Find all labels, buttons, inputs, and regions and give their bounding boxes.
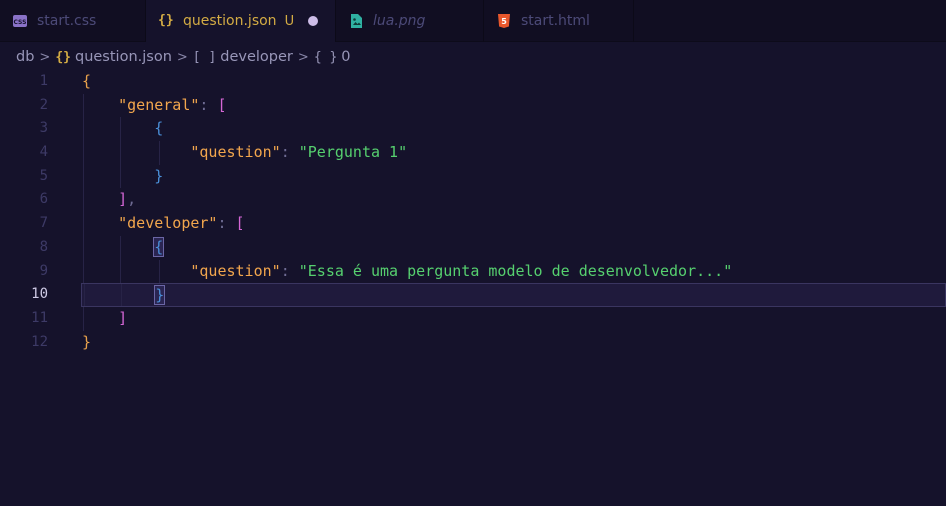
image-file-icon bbox=[351, 14, 362, 28]
code-line[interactable]: 3 { bbox=[0, 117, 946, 142]
code-line[interactable]: 1 { bbox=[0, 70, 946, 94]
code-line[interactable]: 7 "developer": [ bbox=[0, 212, 946, 236]
bracket: ] bbox=[118, 190, 128, 209]
brace: { bbox=[82, 72, 92, 90]
array-icon: [ ] bbox=[192, 49, 217, 65]
tab-start-html[interactable]: 5 start.html bbox=[484, 0, 634, 42]
colon: : bbox=[199, 95, 218, 114]
code-editor[interactable]: 1 { 2 "general": [ 3 { 4 "question": "Pe… bbox=[0, 70, 946, 354]
tab-label: question.json bbox=[183, 13, 277, 29]
line-number: 6 bbox=[39, 191, 48, 208]
tab-lua-png[interactable]: lua.png bbox=[336, 0, 484, 42]
code-line[interactable]: 8 { bbox=[0, 235, 946, 260]
colon: : bbox=[280, 143, 299, 162]
line-number: 8 bbox=[39, 238, 48, 255]
tab-label: start.html bbox=[521, 13, 590, 29]
code-line[interactable]: 6 ], bbox=[0, 188, 946, 213]
bracket: [ bbox=[217, 95, 227, 114]
line-number: 10 bbox=[31, 286, 48, 303]
chevron-right-icon: > bbox=[176, 49, 188, 65]
line-number: 11 bbox=[31, 309, 48, 326]
breadcrumb-folder[interactable]: db bbox=[16, 49, 34, 65]
json-string: "Pergunta 1" bbox=[298, 143, 408, 162]
svg-text:CSS: CSS bbox=[14, 19, 27, 26]
breadcrumb-array[interactable]: developer bbox=[220, 49, 293, 65]
bracket: [ bbox=[235, 214, 245, 233]
tab-label: lua.png bbox=[373, 13, 426, 29]
code-line[interactable]: 12 } bbox=[0, 331, 946, 355]
object-icon: { } bbox=[313, 49, 338, 65]
tab-question-json[interactable]: {} question.json U bbox=[146, 0, 336, 42]
line-number: 9 bbox=[39, 262, 48, 279]
code-line-current[interactable]: 10 } bbox=[0, 283, 946, 307]
brace-matched: } bbox=[154, 285, 166, 306]
colon: : bbox=[217, 214, 236, 233]
chevron-right-icon: > bbox=[297, 49, 309, 65]
git-status-badge: U bbox=[284, 13, 295, 29]
tab-start-css[interactable]: CSS start.css bbox=[0, 0, 146, 42]
breadcrumb-object[interactable]: 0 bbox=[341, 49, 350, 65]
brace-matched: { bbox=[153, 236, 165, 257]
brace: { bbox=[154, 119, 164, 138]
tab-bar: CSS start.css {} question.json U lua.png… bbox=[0, 0, 946, 42]
breadcrumb-file[interactable]: question.json bbox=[75, 49, 172, 65]
html-file-icon: 5 bbox=[498, 14, 510, 28]
comma: , bbox=[127, 190, 137, 209]
code-line[interactable]: 5 } bbox=[0, 164, 946, 189]
line-number: 5 bbox=[39, 167, 48, 184]
code-line[interactable]: 4 "question": "Pergunta 1" bbox=[0, 141, 946, 165]
json-key: "question" bbox=[190, 143, 281, 162]
colon: : bbox=[280, 261, 299, 280]
brace: } bbox=[154, 166, 164, 185]
code-line[interactable]: 11 ] bbox=[0, 306, 946, 331]
json-key: "general" bbox=[118, 95, 200, 114]
json-key: "developer" bbox=[118, 214, 218, 233]
code-line[interactable]: 9 "question": "Essa é uma pergunta model… bbox=[0, 259, 946, 284]
brace: } bbox=[82, 332, 92, 351]
json-file-icon: {} bbox=[55, 49, 71, 65]
json-string: "Essa é uma pergunta modelo de desenvolv… bbox=[298, 261, 733, 280]
svg-text:5: 5 bbox=[501, 17, 507, 26]
line-number: 12 bbox=[31, 333, 48, 350]
line-number: 7 bbox=[39, 215, 48, 232]
line-number: 2 bbox=[39, 96, 48, 113]
bracket: ] bbox=[118, 308, 128, 327]
unsaved-dot-icon[interactable] bbox=[308, 16, 319, 26]
breadcrumb: db > {} question.json > [ ] developer > … bbox=[0, 44, 946, 70]
json-key: "question" bbox=[190, 261, 281, 280]
tab-label: start.css bbox=[37, 13, 97, 29]
line-number: 3 bbox=[39, 120, 48, 137]
code-line[interactable]: 2 "general": [ bbox=[0, 93, 946, 118]
line-number: 1 bbox=[39, 73, 48, 89]
css-file-icon: CSS bbox=[13, 15, 27, 27]
chevron-right-icon: > bbox=[39, 49, 51, 65]
line-number: 4 bbox=[39, 144, 48, 161]
json-file-icon: {} bbox=[158, 13, 174, 28]
